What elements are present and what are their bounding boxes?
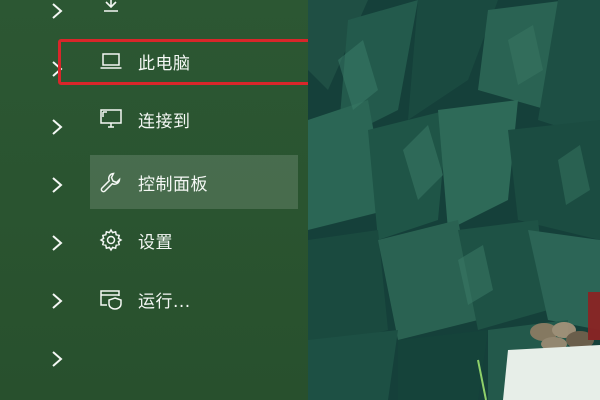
menu-item-run[interactable]: 运行... [90, 272, 298, 326]
gear-icon [98, 227, 124, 253]
menu-item-label: 控制面板 [138, 174, 208, 195]
partial-item-icon [98, 0, 124, 16]
menu-item-label: 设置 [138, 232, 173, 253]
desktop-wallpaper [308, 0, 600, 400]
chevron-right-icon[interactable] [50, 60, 64, 78]
menu-item-label: 此电脑 [138, 53, 191, 74]
chevron-right-icon[interactable] [50, 350, 64, 368]
context-menu-panel: 此电脑 连接到 控制面板 设置 运行... [0, 0, 330, 400]
wrench-icon [98, 169, 124, 195]
monitor-connect-icon [98, 106, 124, 132]
chevron-right-icon[interactable] [50, 234, 64, 252]
menu-item-this-pc[interactable]: 此电脑 [90, 34, 298, 88]
menu-item-connect-to[interactable]: 连接到 [90, 92, 298, 146]
chevron-right-icon[interactable] [50, 118, 64, 136]
chevron-right-icon[interactable] [50, 176, 64, 194]
menu-item-label: 运行... [138, 291, 191, 312]
chevron-right-icon[interactable] [50, 292, 64, 310]
chevron-right-icon[interactable] [50, 2, 64, 20]
menu-item-label: 连接到 [138, 111, 191, 132]
menu-item-partial[interactable] [90, 0, 298, 30]
menu-item-settings[interactable]: 设置 [90, 213, 298, 267]
run-icon [98, 286, 124, 312]
menu-item-control-panel[interactable]: 控制面板 [90, 155, 298, 209]
laptop-icon [98, 48, 124, 74]
screen: 此电脑 连接到 控制面板 设置 运行... [0, 0, 600, 400]
